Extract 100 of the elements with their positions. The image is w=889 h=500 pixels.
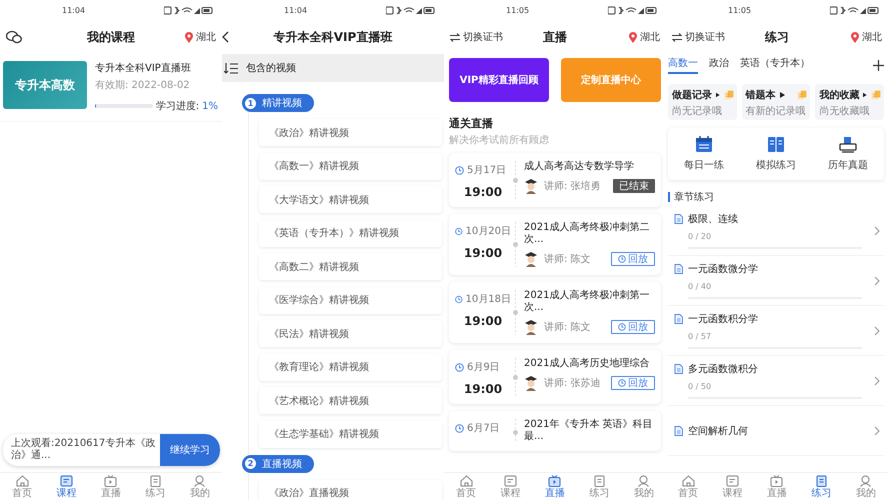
live-session-card[interactable]: 5月17日 19:00 成人高考高达专数学导学 讲师: 张培勇 已结束 — [449, 153, 661, 207]
page-title: 专升本全科VIP直播班 — [274, 28, 392, 46]
continue-button[interactable]: 继续学习 — [160, 434, 220, 466]
video-item[interactable]: 《教育理论》精讲视频 — [259, 354, 442, 380]
replay-button[interactable]: 回放 — [611, 252, 655, 266]
session-title: 2021年《专升本 英语》科目最... — [524, 419, 654, 443]
chapter-item[interactable]: 多元函数微积分 0 / 50 — [668, 356, 884, 406]
status-time: 11:04 — [62, 6, 86, 14]
section-title: 章节练习 — [674, 190, 714, 204]
clock-icon — [455, 226, 463, 236]
nav-tab[interactable]: 我的 — [848, 474, 884, 498]
document-icon — [674, 214, 683, 224]
nav-tab[interactable]: 首页 — [670, 474, 706, 498]
nav-tab[interactable]: 直播 — [92, 474, 129, 498]
teacher-avatar-icon — [524, 319, 538, 335]
replay-button[interactable]: 回放 — [611, 320, 655, 334]
clock-icon — [618, 379, 626, 387]
teacher-name: 讲师: 陈文 — [544, 252, 592, 266]
shortcut-card[interactable]: 做题记录 尚无记录哦 — [668, 84, 737, 120]
book-icon — [726, 474, 740, 486]
person-icon — [193, 474, 206, 486]
live-session-card[interactable]: 6月7日 2021年《专升本 英语》科目最... — [449, 411, 661, 451]
subject-tab[interactable]: 英语（专升本） — [740, 56, 810, 74]
course-card[interactable]: 专升本高数 专升本全科VIP直播班 有效期: 2022-08-02 学习进度: 1% — [0, 54, 222, 122]
notes-drawing — [724, 90, 734, 100]
chapter-title: 一元函数微分学 — [688, 263, 758, 276]
session-date: 10月18日 — [466, 293, 511, 306]
nav-tab[interactable]: 直播 — [536, 474, 573, 498]
clock-icon — [455, 362, 464, 372]
video-item[interactable]: 《政治》直播视频 — [259, 480, 442, 500]
notes-drawing — [797, 90, 808, 100]
live-session-card[interactable]: 10月18日 19:00 2021成人高考终极冲刺第一次... 讲师: 陈文 回放 — [449, 282, 661, 343]
live-session-card[interactable]: 6月9日 19:00 2021成人高考历史地理综合 讲师: 张苏迪 回放 — [449, 350, 661, 404]
shortcut-subtitle: 尚无收藏哦 — [819, 104, 870, 118]
chevron-right-icon — [874, 276, 880, 286]
nav-tab[interactable]: 直播 — [758, 474, 795, 498]
last-watched-text: 上次观看:20210617专升本《政治》通... — [10, 436, 156, 463]
video-item[interactable]: 《民法》精讲视频 — [259, 320, 442, 347]
nav-tab[interactable]: 练习 — [137, 474, 174, 498]
nav-tab[interactable]: 课程 — [714, 474, 751, 498]
nav-tab[interactable]: 练习 — [803, 474, 840, 498]
video-item[interactable]: 《生态学基础》精讲视频 — [259, 420, 442, 448]
chat-icon[interactable] — [6, 30, 22, 44]
promo-banner[interactable]: VIP精彩直播回顾 — [449, 58, 549, 102]
location-selector[interactable]: 湖北 — [196, 30, 216, 44]
tool-button[interactable]: 每日一练 — [684, 136, 724, 172]
nav-tab[interactable]: 课程 — [48, 474, 85, 498]
section-subtitle: 解决你考试前所有顾虑 — [449, 134, 550, 147]
shortcut-card[interactable]: 错题本 有新的记录哦 — [742, 84, 810, 120]
session-date: 6月9日 — [467, 361, 500, 374]
nav-tab[interactable]: 练习 — [581, 474, 618, 498]
group-label[interactable]: 2 直播视频 — [242, 454, 314, 472]
nav-tab[interactable]: 首页 — [4, 474, 40, 498]
back-icon[interactable] — [222, 31, 229, 43]
chapter-item[interactable]: 空间解析几何 — [668, 406, 884, 456]
subject-tab[interactable]: 高数一 — [668, 56, 698, 74]
video-item[interactable]: 《英语（专升本）》精讲视频 — [259, 220, 442, 246]
group-label[interactable]: 1 精讲视频 — [242, 94, 314, 112]
nav-tab[interactable]: 首页 — [448, 474, 484, 498]
live-session-card[interactable]: 10月20日 19:00 2021成人高考终极冲刺第二次... 讲师: 陈文 回放 — [449, 214, 661, 275]
tool-button[interactable]: 历年真题 — [828, 136, 868, 172]
tool-button[interactable]: 模拟练习 — [756, 136, 796, 172]
nav-tab[interactable]: 我的 — [182, 474, 218, 498]
replay-button[interactable]: 回放 — [611, 376, 655, 390]
chapter-title: 极限、连续 — [688, 212, 738, 226]
sort-list-icon[interactable] — [224, 62, 238, 74]
shortcut-title: 错题本 — [746, 88, 776, 102]
chevron-right-icon — [874, 226, 880, 236]
location-selector[interactable]: 湖北 — [862, 30, 882, 44]
ended-status-button[interactable]: 已结束 — [613, 179, 655, 193]
session-date: 6月7日 — [467, 422, 500, 435]
switch-certificate-link[interactable]: 切换证书 — [463, 30, 503, 44]
video-item[interactable]: 《艺术概论》精讲视频 — [259, 387, 442, 414]
video-item[interactable]: 《高数一》精讲视频 — [259, 152, 442, 180]
session-time: 19:00 — [464, 185, 502, 199]
teacher-name: 讲师: 陈文 — [544, 320, 592, 334]
switch-certificate-link[interactable]: 切换证书 — [685, 30, 725, 44]
person-icon — [859, 474, 872, 486]
chapter-item[interactable]: 极限、连续 0 / 20 — [668, 206, 884, 256]
video-item[interactable]: 《高数二》精讲视频 — [259, 253, 442, 280]
chapter-item[interactable]: 一元函数积分学 0 / 57 — [668, 306, 884, 356]
nav-tab[interactable]: 我的 — [626, 474, 662, 498]
location-selector[interactable]: 湖北 — [640, 30, 660, 44]
add-icon[interactable] — [873, 60, 884, 70]
course-name: 专升本全科VIP直播班 — [95, 62, 192, 75]
tv-icon — [104, 474, 118, 486]
section-title: 包含的视频 — [246, 62, 296, 75]
clock-icon — [618, 323, 626, 331]
subject-tab[interactable]: 政治 — [709, 56, 729, 74]
chapter-item[interactable]: 一元函数微分学 0 / 40 — [668, 256, 884, 306]
session-date: 5月17日 — [467, 164, 506, 177]
shortcut-title: 我的收藏 — [819, 88, 860, 102]
clipboard-icon — [814, 474, 828, 486]
triangle-right-icon — [863, 92, 868, 98]
shortcut-card[interactable]: 我的收藏 尚无收藏哦 — [815, 84, 884, 120]
video-item[interactable]: 《政治》精讲视频 — [259, 119, 442, 146]
location-pin-icon — [851, 32, 859, 42]
video-item[interactable]: 《医学综合》精讲视频 — [259, 286, 442, 314]
nav-tab[interactable]: 课程 — [492, 474, 529, 498]
video-item[interactable]: 《大学语文》精讲视频 — [259, 186, 442, 213]
